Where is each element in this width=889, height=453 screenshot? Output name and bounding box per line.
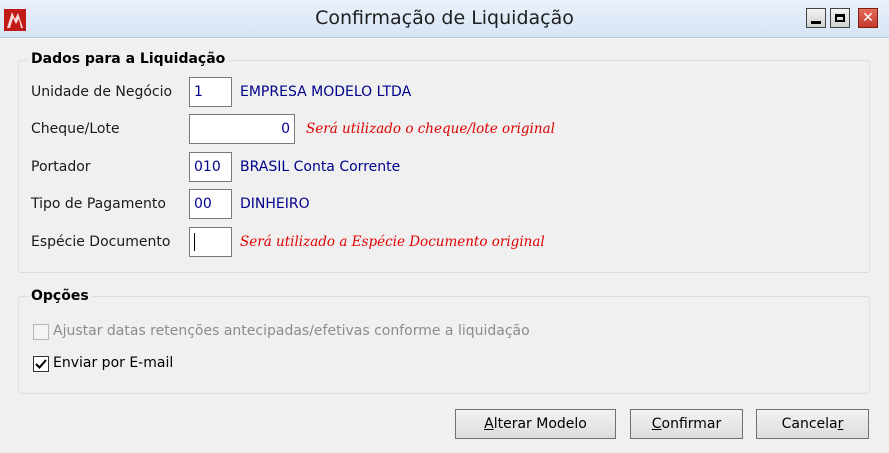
cheque-hint: Será utilizado o cheque/lote original [306,121,555,137]
cancelar-mnemonic: r [837,416,844,432]
confirmar-label: onfirmar [661,416,722,432]
especie-hint: Será utilizado a Espécie Documento origi… [240,234,545,250]
ajustar-label[interactable]: Ajustar datas retenções antecipadas/efet… [53,323,530,339]
close-button[interactable]: ✕ [858,8,878,28]
confirmar-button[interactable]: Confirmar [630,409,743,439]
unidade-label: Unidade de Negócio [31,84,173,100]
portador-input[interactable]: 010 [189,152,232,182]
window-title: Confirmação de Liquidação [315,7,574,29]
alterar-label: lterar Modelo [493,416,587,432]
especie-input[interactable] [189,227,232,257]
tipo-pagamento-input[interactable]: 00 [189,189,232,219]
cheque-input[interactable]: 0 [189,114,295,144]
tipo-pagamento-label: Tipo de Pagamento [31,196,166,212]
unidade-input[interactable]: 1 [189,77,232,107]
portador-label: Portador [31,159,91,175]
checkmark-icon [35,359,47,369]
alterar-modelo-button[interactable]: Alterar Modelo [455,409,616,439]
alterar-mnemonic: A [484,416,494,432]
opcoes-legend: Opções [28,288,92,304]
confirmar-mnemonic: C [651,416,662,432]
dados-legend: Dados para a Liquidação [28,51,229,67]
portador-description: BRASIL Conta Corrente [240,159,401,175]
cancelar-label: Cancela [781,416,838,432]
unidade-description: EMPRESA MODELO LTDA [240,84,412,100]
opcoes-group [18,296,870,394]
tipo-pagamento-description: DINHEIRO [240,196,310,212]
maximize-icon [835,14,845,22]
close-icon: ✕ [862,10,874,26]
ajustar-checkbox[interactable] [33,324,49,340]
cancelar-button[interactable]: Cancelar [756,409,869,439]
maximize-button[interactable] [830,8,850,28]
title-bar[interactable]: Confirmação de Liquidação ✕ [0,0,889,38]
minimize-button[interactable] [806,8,826,28]
cheque-label: Cheque/Lote [31,121,120,137]
enviar-email-checkbox[interactable] [33,356,49,372]
especie-label: Espécie Documento [31,234,171,250]
minimize-icon [811,20,821,24]
enviar-email-label[interactable]: Enviar por E-mail [53,355,173,371]
